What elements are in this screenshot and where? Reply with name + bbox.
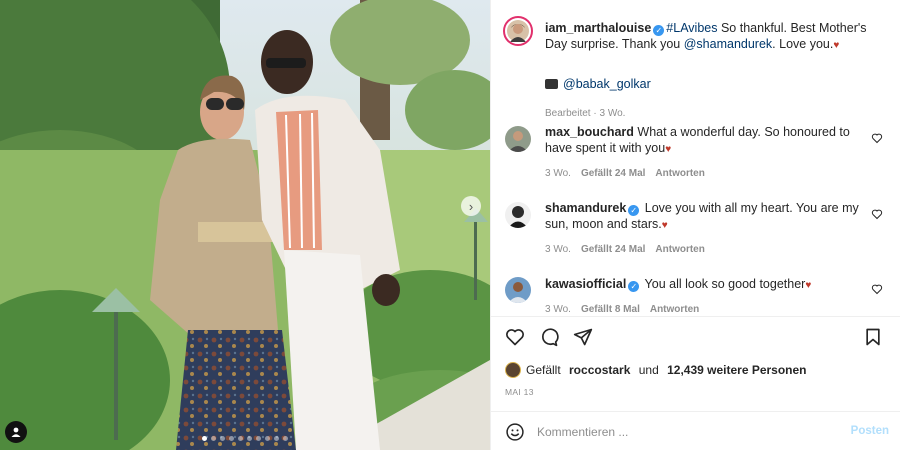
commenter-avatar-image xyxy=(505,126,531,152)
carousel-dot xyxy=(274,436,279,441)
comment-text: max_bouchard What a wonderful day. So ho… xyxy=(545,124,870,158)
likes-others[interactable]: 12,439 weitere Personen xyxy=(667,363,806,377)
comment-username[interactable]: max_bouchard xyxy=(545,125,634,139)
liker-avatar[interactable] xyxy=(505,362,521,378)
comment-age: 3 Wo. xyxy=(545,168,571,179)
caption-author[interactable]: iam_marthalouise xyxy=(545,21,651,35)
emoji-smiley-icon[interactable] xyxy=(505,422,525,442)
commenter-avatar[interactable] xyxy=(505,126,531,152)
next-photo-button[interactable]: › xyxy=(461,196,481,216)
credit-mention[interactable]: @babak_golkar xyxy=(563,77,651,91)
reply-button[interactable]: Antworten xyxy=(655,244,704,255)
caption-hashtag[interactable]: #LAvibes xyxy=(666,21,717,35)
heart-emoji-icon: ♥ xyxy=(805,280,812,291)
carousel-dot xyxy=(256,436,261,441)
photo-scene xyxy=(0,0,490,450)
likes-summary: Gefällt roccostark und 12,439 weitere Pe… xyxy=(505,362,807,378)
comment-composer: Posten xyxy=(491,411,900,450)
like-heart-icon[interactable] xyxy=(505,327,525,347)
heart-outline-icon[interactable] xyxy=(871,132,883,144)
liker-username[interactable]: roccostark xyxy=(569,363,630,377)
heart-outline-icon[interactable] xyxy=(871,208,883,220)
verified-badge-icon: ✓ xyxy=(628,281,640,292)
comment-username[interactable]: shamandurek xyxy=(545,201,626,215)
reply-button[interactable]: Antworten xyxy=(655,168,704,179)
likes-middle: und xyxy=(635,363,663,377)
comment-input[interactable] xyxy=(537,422,837,442)
comment-text: shamandurek ✓ Love you with all my heart.… xyxy=(545,200,870,234)
comment-meta: 3 Wo. Gefällt 24 Mal Antworten xyxy=(545,168,705,179)
post-comment-button[interactable]: Posten xyxy=(851,425,889,437)
commenter-avatar[interactable] xyxy=(505,277,531,303)
camera-emoji-icon xyxy=(545,79,558,89)
comment-age: 3 Wo. xyxy=(545,304,571,315)
divider xyxy=(491,316,900,317)
carousel-dot xyxy=(211,436,216,441)
carousel-dot xyxy=(265,436,270,441)
author-avatar[interactable] xyxy=(503,16,533,46)
heart-emoji-icon: ♥ xyxy=(661,220,668,231)
post-side-panel: iam_marthalouise ✓ #LAvibes So thankful. B… xyxy=(490,0,900,450)
comment-bubble-icon[interactable] xyxy=(539,327,559,347)
carousel-indicator xyxy=(0,436,490,441)
comment-likes[interactable]: Gefällt 8 Mal xyxy=(581,304,640,315)
share-paper-plane-icon[interactable] xyxy=(573,327,593,347)
carousel-dot xyxy=(229,436,234,441)
post-viewer: › iam_marthalouise ✓ #LAvibes So thankfu… xyxy=(0,0,900,450)
carousel-dot xyxy=(202,436,207,441)
post-photo[interactable]: › xyxy=(0,0,490,450)
comment-likes[interactable]: Gefällt 24 Mal xyxy=(581,168,645,179)
comment-body: You all look so good together xyxy=(644,277,806,291)
post-date[interactable]: MAI 13 xyxy=(505,387,534,397)
comment-username[interactable]: kawasiofficial xyxy=(545,277,626,291)
heart-emoji-icon: ♥ xyxy=(665,144,672,155)
heart-emoji-icon: ♥ xyxy=(833,40,840,51)
comments-list: iam_marthalouise ✓ #LAvibes So thankful. B… xyxy=(491,0,900,316)
comment-age: 3 Wo. xyxy=(545,244,571,255)
caption-body-end: . Love you. xyxy=(772,37,834,51)
comment-meta: 3 Wo. Gefällt 24 Mal Antworten xyxy=(545,244,705,255)
verified-badge-icon: ✓ xyxy=(628,205,640,216)
likes-prefix: Gefällt xyxy=(526,363,565,377)
reply-button[interactable]: Antworten xyxy=(650,304,699,315)
author-avatar-image xyxy=(507,20,529,42)
carousel-dot xyxy=(247,436,252,441)
comment-likes[interactable]: Gefällt 24 Mal xyxy=(581,244,645,255)
commenter-avatar[interactable] xyxy=(505,202,531,228)
action-bar xyxy=(505,327,887,349)
caption-mention[interactable]: @shamandurek xyxy=(684,37,772,51)
verified-badge-icon: ✓ xyxy=(653,25,665,36)
caption-edited-time: Bearbeitet · 3 Wo. xyxy=(545,108,626,119)
commenter-avatar-image xyxy=(505,277,531,303)
comment-text: kawasiofficial ✓ You all look so good tog… xyxy=(545,276,870,294)
chevron-right-icon: › xyxy=(468,198,474,214)
caption-text: iam_marthalouise ✓ #LAvibes So thankful. B… xyxy=(545,20,870,122)
photo-credit: @babak_golkar xyxy=(545,76,870,92)
heart-outline-icon[interactable] xyxy=(871,283,883,295)
carousel-dot xyxy=(283,436,288,441)
carousel-dot xyxy=(238,436,243,441)
commenter-avatar-image xyxy=(505,202,531,228)
bookmark-icon[interactable] xyxy=(863,327,883,347)
comment-meta: 3 Wo. Gefällt 8 Mal Antworten xyxy=(545,304,699,315)
carousel-dot xyxy=(220,436,225,441)
